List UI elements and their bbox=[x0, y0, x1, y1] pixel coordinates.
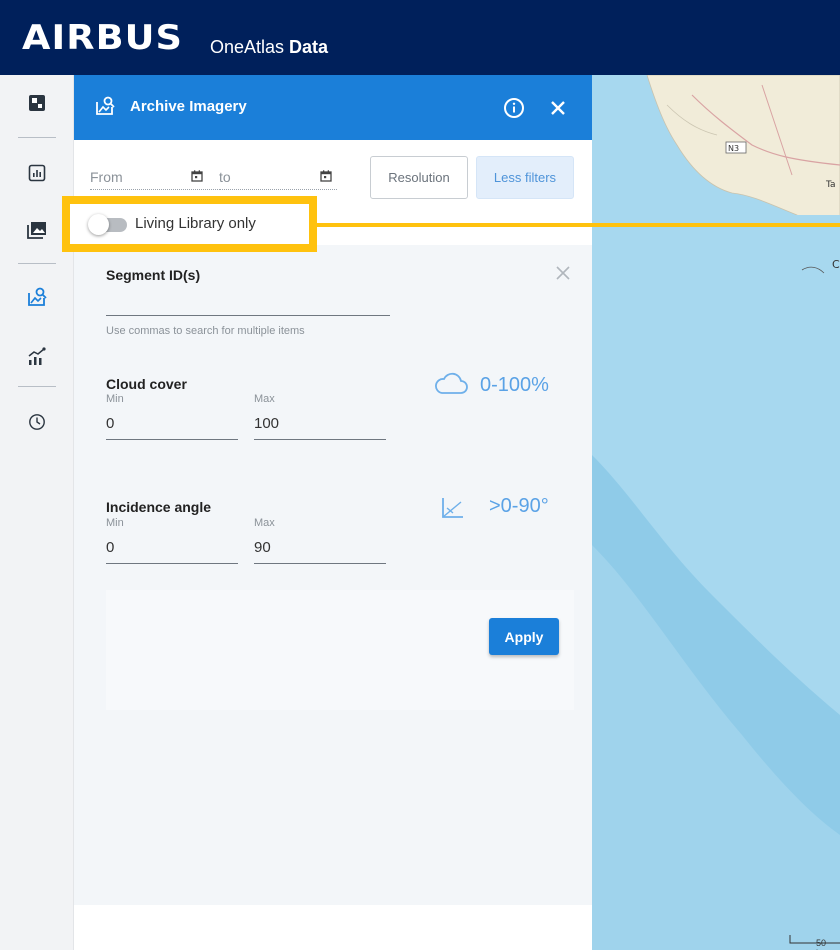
rail-separator bbox=[18, 386, 56, 387]
input-underline bbox=[254, 563, 386, 564]
calendar-icon[interactable] bbox=[190, 169, 204, 183]
cloud-icon bbox=[434, 372, 468, 401]
cloud-min-input[interactable]: 0 bbox=[106, 409, 238, 440]
map-view[interactable]: N3 Ta C 50 km bbox=[592, 75, 840, 950]
cloud-cover-label: Cloud cover bbox=[106, 376, 187, 392]
coastline-mark bbox=[801, 266, 825, 274]
cloud-max-value: 100 bbox=[254, 415, 280, 432]
incidence-max-input[interactable]: 90 bbox=[254, 533, 386, 564]
cloud-min-value: 0 bbox=[106, 415, 115, 432]
segment-ids-label: Segment ID(s) bbox=[106, 267, 201, 283]
incidence-min-value: 0 bbox=[106, 539, 115, 556]
scale-label: 50 km bbox=[816, 938, 828, 950]
close-icon[interactable] bbox=[548, 98, 568, 118]
angle-icon bbox=[440, 495, 466, 526]
place-label: C bbox=[832, 258, 840, 271]
date-from-field[interactable]: From bbox=[90, 168, 218, 190]
cloud-max-label: Max bbox=[254, 393, 275, 405]
date-to-label: to bbox=[219, 169, 231, 185]
panel-header: Archive Imagery bbox=[74, 75, 592, 140]
incidence-max-value: 90 bbox=[254, 539, 271, 556]
input-underline bbox=[106, 439, 238, 440]
input-underline bbox=[254, 439, 386, 440]
living-library-label: Living Library only bbox=[135, 215, 256, 232]
less-filters-button[interactable]: Less filters bbox=[476, 156, 574, 199]
rail-separator bbox=[18, 137, 56, 138]
incidence-min-label: Min bbox=[106, 517, 124, 529]
cloud-cover-range: 0-100% bbox=[480, 374, 549, 396]
archive-imagery-icon[interactable] bbox=[22, 282, 52, 312]
airbus-logo[interactable]: AIRBUS bbox=[22, 18, 183, 58]
info-icon[interactable] bbox=[502, 96, 526, 120]
incidence-min-input[interactable]: 0 bbox=[106, 533, 238, 564]
rail-separator bbox=[18, 263, 56, 264]
chart-icon[interactable] bbox=[22, 158, 52, 188]
product-prefix: OneAtlas bbox=[210, 37, 290, 57]
incidence-angle-label: Incidence angle bbox=[106, 499, 212, 515]
resolution-button[interactable]: Resolution bbox=[370, 156, 468, 199]
archive-imagery-icon bbox=[94, 95, 116, 122]
product-bold: Data bbox=[289, 37, 329, 57]
incidence-angle-range: >0-90° bbox=[489, 495, 549, 517]
image-tile-icon[interactable] bbox=[22, 88, 52, 118]
cloud-max-input[interactable]: 100 bbox=[254, 409, 386, 440]
toggle-knob[interactable] bbox=[88, 214, 109, 235]
date-to-field[interactable]: to bbox=[219, 168, 337, 190]
product-name: OneAtlas Data bbox=[210, 37, 328, 58]
input-underline bbox=[106, 315, 390, 316]
images-icon[interactable] bbox=[22, 215, 52, 245]
apply-button[interactable]: Apply bbox=[489, 618, 559, 655]
input-underline bbox=[106, 563, 238, 564]
panel-title: Archive Imagery bbox=[130, 98, 247, 115]
segment-ids-hint: Use commas to search for multiple items bbox=[106, 325, 305, 337]
analytics-icon[interactable] bbox=[22, 342, 52, 372]
highlight-connector bbox=[317, 223, 840, 227]
road-label: N3 bbox=[728, 144, 739, 153]
map-canvas: N3 Ta C bbox=[592, 75, 840, 950]
segment-ids-input[interactable] bbox=[106, 289, 390, 316]
date-from-label: From bbox=[90, 169, 123, 185]
app-header: AIRBUS OneAtlas Data bbox=[0, 0, 840, 75]
incidence-max-label: Max bbox=[254, 517, 275, 529]
place-label: Ta bbox=[825, 180, 836, 190]
clear-icon[interactable] bbox=[554, 264, 572, 282]
calendar-icon[interactable] bbox=[319, 169, 333, 183]
history-icon[interactable] bbox=[22, 407, 52, 437]
filters-card: Segment ID(s) Use commas to search for m… bbox=[74, 245, 592, 905]
cloud-min-label: Min bbox=[106, 393, 124, 405]
